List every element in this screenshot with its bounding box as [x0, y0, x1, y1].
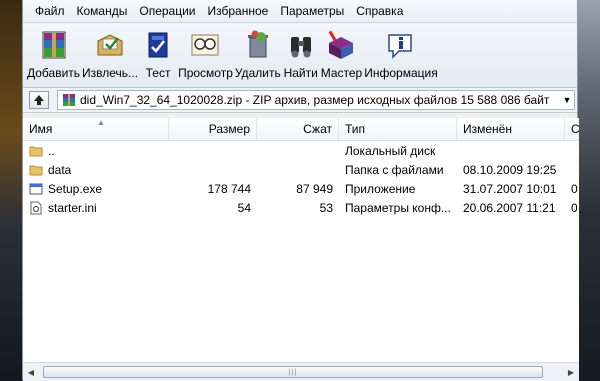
file-name: Setup.exe [48, 181, 103, 196]
extract-button[interactable]: Извлечь... [82, 23, 138, 80]
column-name[interactable]: Имя [23, 118, 169, 140]
desktop-background-left [0, 0, 22, 380]
column-crc[interactable]: C [565, 118, 579, 140]
wizard-icon [323, 27, 359, 63]
menu-operations[interactable]: Операции [133, 1, 201, 21]
file-name: .. [48, 143, 55, 158]
file-packed: 87 949 [296, 181, 333, 196]
column-packed[interactable]: Сжат [257, 118, 339, 140]
file-modified: 20.06.2007 11:21 [463, 200, 556, 215]
file-type: Приложение [345, 181, 416, 196]
menu-options[interactable]: Параметры [274, 1, 350, 21]
scroll-right-icon[interactable]: ▶ [563, 364, 579, 380]
info-button[interactable]: Информация [364, 23, 438, 80]
add-archive-icon [36, 27, 72, 63]
file-size: 178 744 [207, 181, 251, 196]
list-item[interactable]: data Папка с файлами 08.10.2009 19:25 [23, 160, 579, 179]
file-packed: 53 [319, 200, 333, 215]
file-modified: 31.07.2007 10:01 [463, 181, 557, 196]
file-size: 54 [237, 200, 251, 215]
view-button[interactable]: Просмотр [178, 23, 233, 80]
file-type: Локальный диск [345, 143, 436, 158]
column-header-row: Имя Размер Сжат Тип Изменён C ▲ [23, 118, 579, 141]
horizontal-scrollbar[interactable]: ◀ ||| ▶ [23, 362, 579, 381]
file-crc: 0 [571, 181, 578, 196]
exe-icon [29, 183, 43, 194]
column-type[interactable]: Тип [339, 118, 457, 140]
scroll-left-icon[interactable]: ◀ [23, 364, 39, 380]
toolbar: Добавить Извлечь... Тест Просмотр Удалит… [23, 23, 577, 88]
add-button[interactable]: Добавить [27, 23, 80, 80]
menu-bar: Файл Команды Операции Избранное Параметр… [23, 0, 577, 23]
up-arrow-icon [34, 95, 44, 105]
archive-path-text: did_Win7_32_64_1020028.zip - ZIP архив, … [80, 93, 550, 107]
test-button[interactable]: Тест [140, 23, 176, 80]
column-modified[interactable]: Изменён [457, 118, 565, 140]
view-button-label: Просмотр [178, 66, 233, 80]
sort-ascending-icon: ▲ [97, 118, 105, 127]
menu-commands[interactable]: Команды [71, 1, 134, 21]
find-icon [283, 27, 319, 63]
file-type: Параметры конф... [345, 200, 451, 215]
scroll-thumb[interactable]: ||| [43, 366, 543, 378]
wizard-button[interactable]: Мастер [320, 23, 363, 80]
delete-icon [240, 27, 276, 63]
archive-path-field[interactable]: did_Win7_32_64_1020028.zip - ZIP архив, … [57, 90, 575, 110]
column-size[interactable]: Размер [169, 118, 257, 140]
menu-help[interactable]: Справка [350, 1, 409, 21]
delete-button[interactable]: Удалить [235, 23, 281, 80]
ini-icon [30, 201, 42, 214]
scroll-track[interactable]: ||| [39, 365, 563, 379]
file-crc: 0 [571, 200, 578, 215]
menu-file[interactable]: Файл [29, 1, 71, 21]
up-folder-button[interactable] [29, 91, 49, 109]
menu-favorites[interactable]: Избранное [202, 1, 275, 21]
delete-button-label: Удалить [234, 66, 281, 80]
find-button[interactable]: Найти [283, 23, 319, 80]
parent-folder-icon [29, 146, 43, 156]
chevron-down-icon[interactable]: ▼ [560, 95, 574, 105]
file-modified: 08.10.2009 19:25 [463, 162, 557, 177]
list-item[interactable]: starter.ini 54 53 Параметры конф... 20.0… [23, 198, 579, 217]
test-icon [140, 27, 176, 63]
file-type: Папка с файлами [345, 162, 444, 177]
list-item[interactable]: Setup.exe 178 744 87 949 Приложение 31.0… [23, 179, 579, 198]
archive-icon [63, 94, 75, 106]
file-name: data [48, 162, 72, 177]
desktop-background-right [576, 0, 600, 380]
extract-icon [92, 27, 128, 63]
test-button-label: Тест [145, 66, 171, 80]
wizard-button-label: Мастер [320, 66, 363, 80]
winrar-window: Файл Команды Операции Избранное Параметр… [22, 0, 579, 381]
extract-button-label: Извлечь... [82, 66, 139, 80]
file-name: starter.ini [48, 200, 97, 215]
info-button-label: Информация [364, 66, 438, 80]
find-button-label: Найти [283, 66, 318, 80]
address-bar: did_Win7_32_64_1020028.zip - ZIP архив, … [23, 88, 577, 113]
folder-icon [29, 165, 43, 175]
info-icon [383, 27, 419, 63]
list-item[interactable]: .. Локальный диск [23, 141, 579, 160]
view-icon [187, 27, 223, 63]
add-button-label: Добавить [27, 66, 81, 80]
file-list: Имя Размер Сжат Тип Изменён C ▲ .. Локал… [23, 118, 579, 368]
